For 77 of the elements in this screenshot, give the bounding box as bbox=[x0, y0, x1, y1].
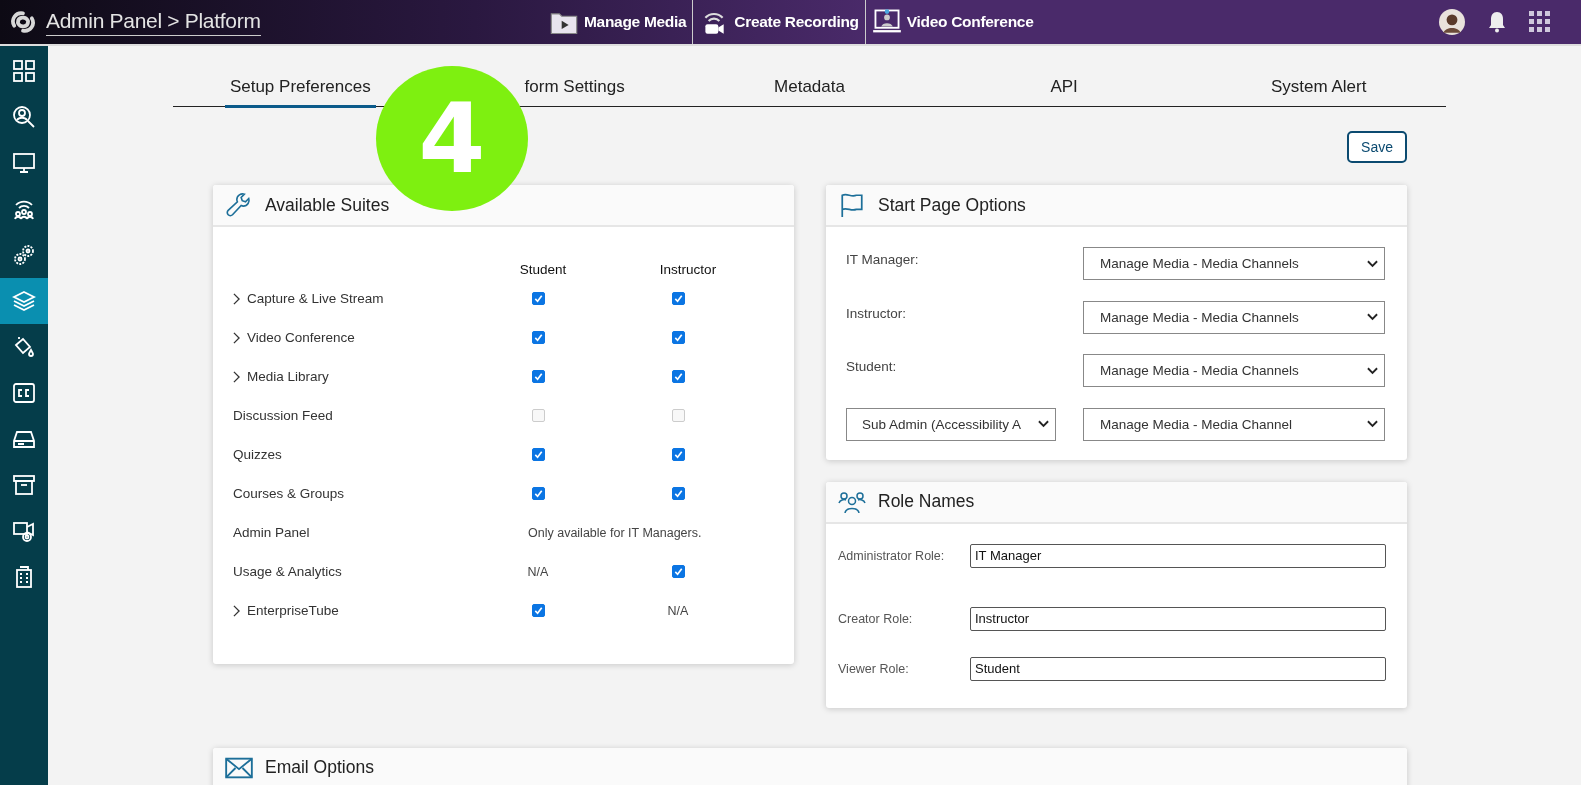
wrench-icon bbox=[225, 192, 253, 218]
suite-name: Quizzes bbox=[233, 447, 282, 462]
checkbox[interactable] bbox=[531, 448, 545, 461]
nav-link[interactable]: Manage Media bbox=[543, 0, 694, 44]
save-button[interactable]: Save bbox=[1347, 131, 1407, 163]
checkbox[interactable] bbox=[671, 487, 685, 500]
checkbox[interactable] bbox=[531, 292, 545, 305]
not-applicable-text: N/A bbox=[527, 564, 549, 579]
role-name-field[interactable]: IT Manager bbox=[970, 543, 1386, 568]
checkbox[interactable] bbox=[531, 604, 545, 617]
checkbox[interactable] bbox=[531, 331, 545, 344]
notifications-icon[interactable] bbox=[1487, 11, 1507, 33]
gears-icon[interactable] bbox=[12, 243, 36, 267]
role-label: Student: bbox=[846, 358, 898, 374]
suite-name: Video Conference bbox=[247, 330, 355, 345]
checkbox[interactable] bbox=[671, 292, 685, 305]
checkbox[interactable] bbox=[531, 370, 545, 383]
card-title: Role Names bbox=[878, 491, 975, 512]
suite-name: Capture & Live Stream bbox=[247, 291, 384, 306]
suite-name: EnterpriseTube bbox=[247, 603, 339, 618]
chevron-down-icon[interactable] bbox=[1367, 420, 1378, 428]
chevron-down-icon[interactable] bbox=[1367, 366, 1378, 375]
role-dropdown[interactable]: Sub Admin (Accessibility A bbox=[846, 407, 1056, 441]
apps-menu-icon[interactable] bbox=[1529, 11, 1551, 33]
field-label: Viewer Role: bbox=[838, 661, 910, 676]
chevron-down-icon[interactable] bbox=[1367, 313, 1378, 321]
start-page-dropdown[interactable]: Manage Media - Media Channel bbox=[1083, 407, 1385, 441]
tab[interactable]: form Settings bbox=[524, 73, 625, 105]
checkbox[interactable] bbox=[671, 370, 685, 383]
card-title: Available Suites bbox=[265, 194, 390, 216]
chevron-down-icon[interactable] bbox=[1367, 259, 1378, 268]
role-name-field[interactable]: Instructor bbox=[970, 606, 1386, 631]
not-applicable-text: N/A bbox=[667, 603, 689, 618]
avatar-icon[interactable] bbox=[1439, 9, 1465, 35]
suite-name: Courses & Groups bbox=[233, 486, 345, 501]
suite-name: Admin Panel bbox=[233, 525, 310, 540]
role-label: Instructor: bbox=[846, 304, 908, 321]
suite-name: Media Library bbox=[247, 369, 329, 384]
tab[interactable]: API bbox=[1050, 73, 1078, 105]
expand-chevron-icon[interactable] bbox=[233, 604, 240, 617]
suite-name: Usage & Analytics bbox=[233, 564, 342, 579]
dashboard-grid-icon[interactable] bbox=[12, 59, 36, 83]
video-camera-icon[interactable] bbox=[12, 519, 36, 543]
layers-icon[interactable] bbox=[12, 289, 36, 313]
start-page-dropdown[interactable]: Manage Media - Media Channels bbox=[1083, 300, 1385, 334]
paint-bucket-icon[interactable] bbox=[12, 335, 36, 359]
field-label: Creator Role: bbox=[838, 611, 914, 626]
flag-icon bbox=[838, 192, 866, 218]
checkbox[interactable] bbox=[671, 331, 685, 344]
chevron-down-icon[interactable] bbox=[1038, 420, 1049, 428]
checkbox[interactable] bbox=[671, 448, 685, 461]
column-header: Instructor bbox=[658, 262, 718, 277]
start-page-dropdown[interactable]: Manage Media - Media Channels bbox=[1083, 247, 1385, 280]
note-text: Only available for IT Managers. bbox=[527, 525, 703, 540]
tab[interactable]: Setup Preferences bbox=[224, 73, 376, 108]
suite-name: Discussion Feed bbox=[233, 408, 333, 423]
checkbox[interactable] bbox=[671, 565, 685, 578]
nav-link[interactable]: Video Conference bbox=[865, 0, 1040, 44]
user-search-icon[interactable] bbox=[12, 105, 36, 129]
role-name-field[interactable]: Student bbox=[970, 656, 1386, 681]
column-header: Student bbox=[518, 262, 568, 277]
card-title: Start Page Options bbox=[878, 194, 1026, 216]
monitor-icon[interactable] bbox=[12, 151, 36, 175]
tab[interactable]: System Alert bbox=[1271, 73, 1367, 105]
nav-link[interactable]: Create Recording bbox=[693, 0, 866, 44]
expand-chevron-icon[interactable] bbox=[233, 370, 240, 383]
expand-chevron-icon[interactable] bbox=[233, 292, 240, 305]
checkbox[interactable] bbox=[531, 487, 545, 500]
tab[interactable]: Metadata bbox=[774, 73, 845, 105]
card-title: Email Options bbox=[265, 757, 374, 778]
breadcrumb-title[interactable]: Admin Panel > Platform bbox=[46, 8, 261, 36]
expand-chevron-icon[interactable] bbox=[233, 331, 240, 344]
start-page-dropdown[interactable]: Manage Media - Media Channels bbox=[1083, 354, 1385, 387]
field-label: Administrator Role: bbox=[838, 548, 946, 563]
closed-captions-icon[interactable] bbox=[12, 381, 36, 405]
role-label: IT Manager: bbox=[846, 251, 920, 267]
archive-box-icon[interactable] bbox=[12, 473, 36, 497]
